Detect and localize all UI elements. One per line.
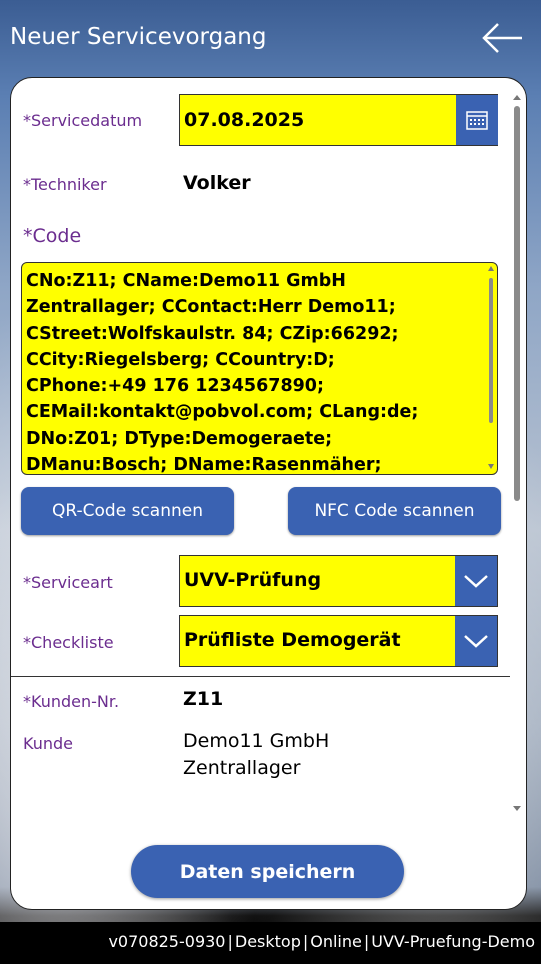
servicedatum-label: *Servicedatum bbox=[23, 111, 143, 130]
separator: | bbox=[363, 932, 370, 951]
back-button[interactable] bbox=[478, 20, 528, 56]
service-form-panel: *Servicedatum 07.08.2025 *Techniker Volk… bbox=[10, 77, 527, 910]
platform-text: Desktop bbox=[234, 932, 301, 951]
code-line: Zentrallager; CContact:Herr Demo11; bbox=[26, 297, 396, 318]
kunde-label: Kunde bbox=[23, 734, 73, 753]
code-line: CStreet:Wolfskaulstr. 84; CZip:66292; bbox=[26, 323, 399, 344]
calendar-button[interactable] bbox=[456, 95, 498, 145]
checkliste-dropdown[interactable]: Prüfliste Demogerät bbox=[179, 615, 498, 667]
scroll-up-icon bbox=[488, 266, 494, 271]
header: Neuer Servicevorgang bbox=[0, 0, 541, 78]
chevron-down-icon bbox=[464, 575, 488, 588]
code-line: CNo:Z11; CName:Demo11 GmbH bbox=[26, 271, 346, 291]
code-line: CCity:Riegelsberg; CCountry:D; bbox=[26, 349, 335, 370]
arrow-left-icon bbox=[482, 23, 522, 53]
techniker-input[interactable]: Volker bbox=[179, 158, 498, 210]
online-status: Online bbox=[310, 932, 362, 951]
kunde-line: Demo11 GmbH bbox=[183, 730, 330, 752]
scroll-thumb bbox=[514, 106, 520, 501]
serviceart-dropdown-button[interactable] bbox=[455, 556, 497, 606]
version-text: v070825-0930 bbox=[108, 932, 226, 951]
calendar-icon bbox=[466, 111, 488, 130]
code-line: DManu:Bosch; DName:Rasenmäher; bbox=[26, 455, 382, 475]
app-name: UVV-Pruefung-Demo bbox=[371, 932, 535, 951]
code-line: CPhone:+49 176 1234567890; bbox=[26, 376, 324, 397]
qr-scan-button[interactable]: QR-Code scannen bbox=[21, 487, 234, 535]
kunde-line: Zentrallager bbox=[183, 757, 301, 779]
kunde-value: Demo11 GmbH Zentrallager bbox=[183, 728, 329, 782]
kunden-nr-value: Z11 bbox=[183, 688, 224, 710]
status-bar: v070825-0930 | Desktop | Online | UVV-Pruefung… bbox=[0, 922, 541, 964]
serviceart-dropdown[interactable]: UVV-Prüfung bbox=[179, 555, 498, 607]
save-button[interactable]: Daten speichern bbox=[131, 845, 404, 898]
separator: | bbox=[302, 932, 309, 951]
separator: | bbox=[227, 932, 233, 951]
code-line: CEMail:kontakt@pobvol.com; CLang:de; bbox=[26, 402, 419, 423]
scroll-down-icon bbox=[513, 806, 521, 811]
chevron-down-icon bbox=[464, 635, 488, 648]
techniker-label: *Techniker bbox=[23, 175, 107, 194]
checkliste-value: Prüfliste Demogerät bbox=[184, 629, 401, 651]
code-textarea[interactable]: CNo:Z11; CName:Demo11 GmbH Zentrallager;… bbox=[21, 262, 498, 475]
nfc-scan-button[interactable]: NFC Code scannen bbox=[288, 487, 501, 535]
page-title: Neuer Servicevorgang bbox=[10, 24, 267, 50]
form-scrollbar[interactable] bbox=[510, 92, 524, 816]
checkliste-dropdown-button[interactable] bbox=[455, 616, 497, 666]
scroll-thumb bbox=[489, 278, 493, 423]
code-label: *Code bbox=[23, 225, 82, 247]
serviceart-label: *Serviceart bbox=[23, 573, 113, 592]
kunden-nr-label: *Kunden-Nr. bbox=[23, 692, 120, 711]
scroll-up-icon bbox=[513, 95, 521, 100]
status-text: v070825-0930 | Desktop | Online | UVV-Pruefung… bbox=[108, 932, 535, 951]
section-divider bbox=[11, 676, 510, 677]
servicedatum-input[interactable]: 07.08.2025 bbox=[179, 94, 498, 146]
serviceart-value: UVV-Prüfung bbox=[184, 569, 322, 591]
code-scrollbar[interactable] bbox=[486, 264, 496, 473]
code-line: DNo:Z01; DType:Demogeraete; bbox=[26, 428, 333, 449]
checkliste-label: *Checkliste bbox=[23, 633, 114, 652]
scroll-down-icon bbox=[488, 464, 494, 469]
